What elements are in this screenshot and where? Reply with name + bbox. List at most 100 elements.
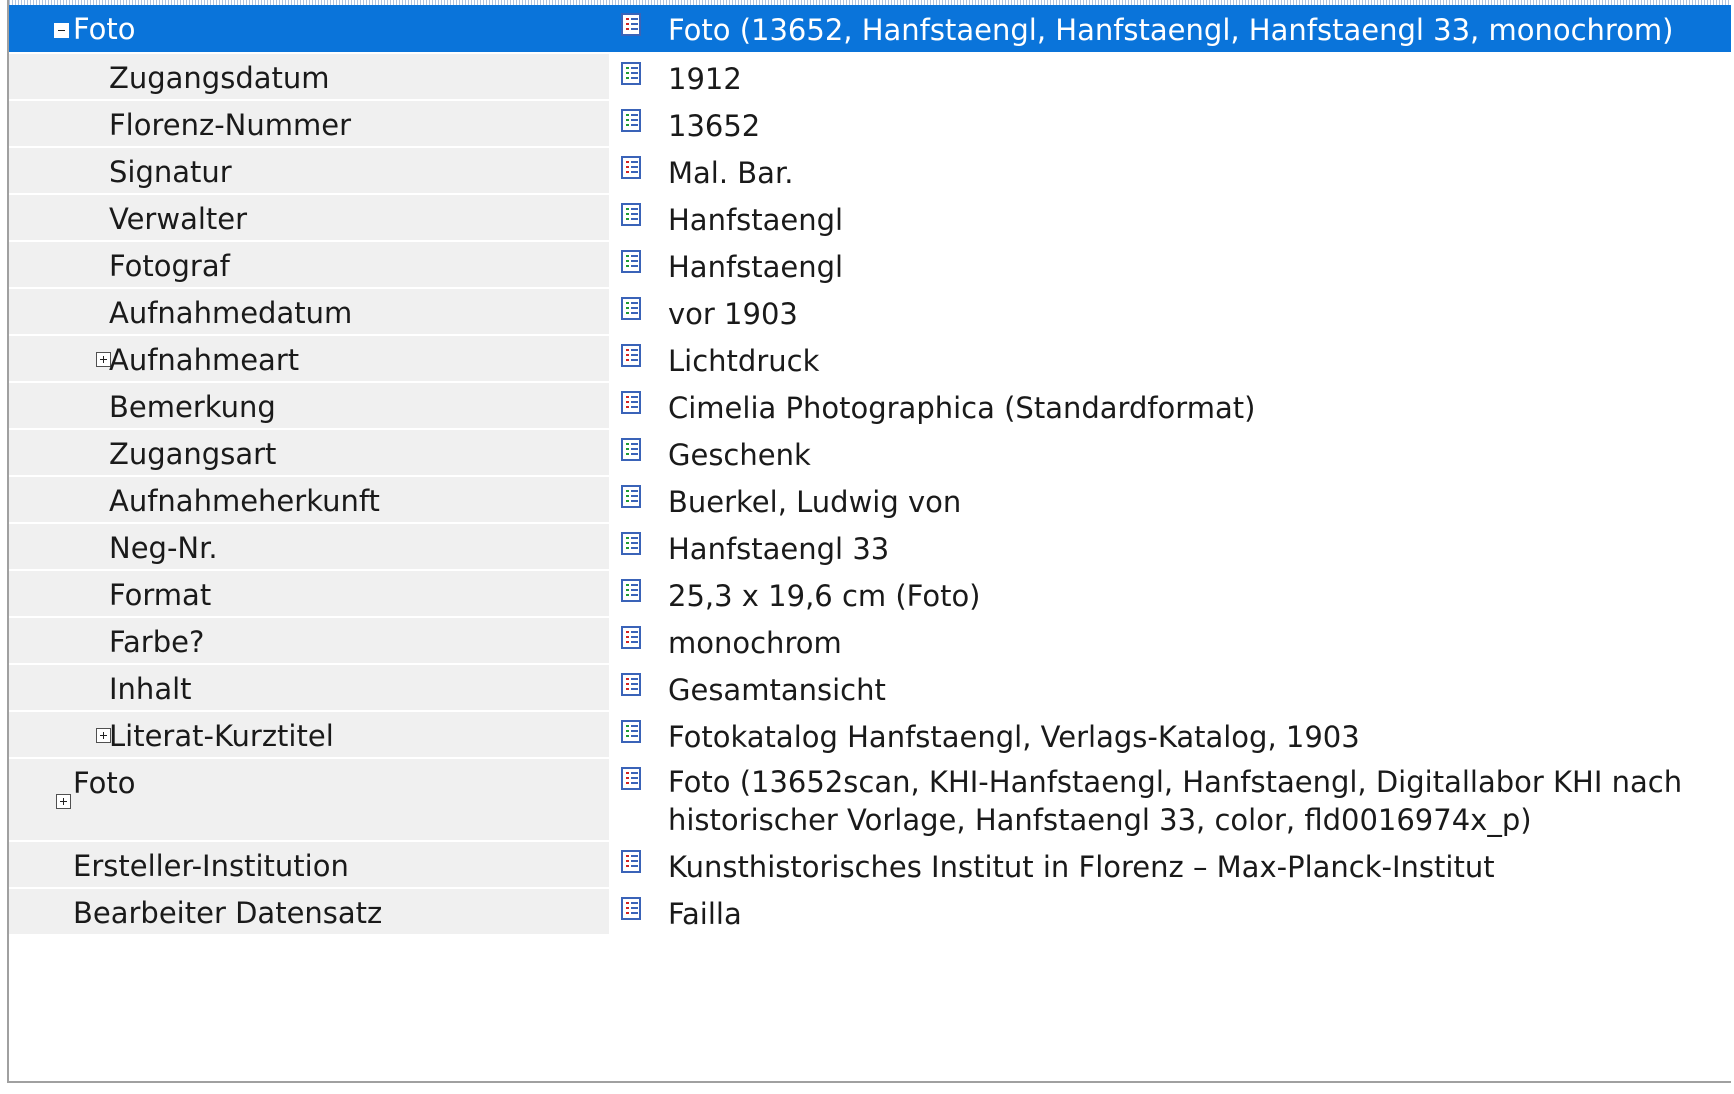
red-list-icon: [621, 673, 641, 696]
property-value-cell[interactable]: Hanfstaengl 33: [609, 524, 1731, 569]
property-row-florenz-nummer[interactable]: Florenz-Nummer 13652: [9, 101, 1731, 148]
green-list-icon: [621, 438, 641, 461]
property-label-cell: Literat-Kurztitel: [9, 712, 609, 757]
property-label: Ersteller-Institution: [73, 849, 349, 883]
property-value-cell[interactable]: 13652: [609, 101, 1731, 146]
property-value-cell[interactable]: Mal. Bar.: [609, 148, 1731, 193]
green-list-icon: [621, 485, 641, 508]
property-label-cell: Bemerkung: [9, 383, 609, 428]
property-row-format[interactable]: Format 25,3 x 19,6 cm (Foto): [9, 571, 1731, 618]
property-label: Verwalter: [109, 202, 248, 236]
green-list-icon: [621, 579, 641, 602]
property-value: vor 1903: [668, 297, 798, 331]
property-label: Literat-Kurztitel: [109, 719, 334, 753]
property-row-zugangsdatum[interactable]: Zugangsdatum 1912: [9, 54, 1731, 101]
property-row-farbe[interactable]: Farbe? monochrom: [9, 618, 1731, 665]
property-label: Foto: [73, 12, 136, 46]
property-value-cell[interactable]: Gesamtansicht: [609, 665, 1731, 710]
property-row-bearbeiter-datensatz[interactable]: Bearbeiter Datensatz Failla: [9, 889, 1731, 936]
property-value-cell[interactable]: Failla: [609, 889, 1731, 934]
property-label: Foto: [73, 766, 136, 800]
property-row-literat-kurztitel[interactable]: Literat-Kurztitel Fotokatalog Hanfstaeng…: [9, 712, 1731, 759]
property-label: Bearbeiter Datensatz: [73, 896, 383, 930]
property-label: Florenz-Nummer: [109, 108, 352, 142]
property-value-cell[interactable]: Buerkel, Ludwig von: [609, 477, 1731, 522]
property-value-cell[interactable]: Foto (13652scan, KHI-Hanfstaengl, Hanfst…: [609, 759, 1731, 840]
property-row-aufnahmeart[interactable]: Aufnahmeart Lichtdruck: [9, 336, 1731, 383]
red-list-icon: [621, 13, 641, 36]
property-value-cell[interactable]: Cimelia Photographica (Standardformat): [609, 383, 1731, 428]
property-row-zugangsart[interactable]: Zugangsart Geschenk: [9, 430, 1731, 477]
red-list-icon: [621, 850, 641, 873]
property-label: Fotograf: [109, 249, 230, 283]
property-value: Gesamtansicht: [668, 673, 886, 707]
property-label: Zugangsdatum: [109, 61, 330, 95]
property-label: Aufnahmeart: [109, 343, 300, 377]
red-list-icon: [621, 391, 641, 414]
property-value: Lichtdruck: [668, 344, 820, 378]
property-value-cell[interactable]: Fotokatalog Hanfstaengl, Verlags-Katalog…: [609, 712, 1731, 757]
property-value: Buerkel, Ludwig von: [668, 485, 962, 519]
green-list-icon: [621, 203, 641, 226]
property-label-cell: Ersteller-Institution: [9, 842, 609, 887]
red-list-icon: [621, 156, 641, 179]
property-value-cell[interactable]: Lichtdruck: [609, 336, 1731, 381]
property-value: Failla: [668, 897, 742, 931]
property-value: 13652: [668, 109, 761, 143]
property-label: Neg-Nr.: [109, 531, 218, 565]
property-label: Bemerkung: [109, 390, 276, 424]
property-value: monochrom: [668, 626, 842, 660]
property-row-foto-scan[interactable]: Foto Foto (13652scan, KHI-Hanfstaengl, H…: [9, 759, 1731, 842]
green-list-icon: [621, 720, 641, 743]
property-row-bemerkung[interactable]: Bemerkung Cimelia Photographica (Standar…: [9, 383, 1731, 430]
property-label-cell: Foto: [9, 5, 609, 52]
red-list-icon: [621, 344, 641, 367]
property-row-aufnahmeherkunft[interactable]: Aufnahmeherkunft Buerkel, Ludwig von: [9, 477, 1731, 524]
property-row-inhalt[interactable]: Inhalt Gesamtansicht: [9, 665, 1731, 712]
property-row-neg-nr[interactable]: Neg-Nr. Hanfstaengl 33: [9, 524, 1731, 571]
property-value-cell[interactable]: 25,3 x 19,6 cm (Foto): [609, 571, 1731, 616]
property-label-cell: Aufnahmeart: [9, 336, 609, 381]
property-label-cell: Zugangsdatum: [9, 54, 609, 99]
property-label: Zugangsart: [109, 437, 277, 471]
property-label-cell: Fotograf: [9, 242, 609, 287]
property-value-cell[interactable]: Kunsthistorisches Institut in Florenz – …: [609, 842, 1731, 887]
property-value: 25,3 x 19,6 cm (Foto): [668, 579, 981, 613]
property-row-foto[interactable]: Foto Foto (13652, Hanfstaengl, Hanfstaen…: [9, 5, 1731, 54]
red-list-icon: [621, 897, 641, 920]
property-grid: Foto Foto (13652, Hanfstaengl, Hanfstaen…: [9, 5, 1731, 936]
property-value-cell[interactable]: monochrom: [609, 618, 1731, 663]
property-label-cell: Foto: [9, 759, 609, 840]
property-value-cell[interactable]: Geschenk: [609, 430, 1731, 475]
property-value-cell[interactable]: Hanfstaengl: [609, 242, 1731, 287]
property-label: Aufnahmedatum: [109, 296, 353, 330]
property-value-cell[interactable]: Hanfstaengl: [609, 195, 1731, 240]
property-value: 1912: [668, 62, 742, 96]
property-row-aufnahmedatum[interactable]: Aufnahmedatum vor 1903: [9, 289, 1731, 336]
property-row-verwalter[interactable]: Verwalter Hanfstaengl: [9, 195, 1731, 242]
property-label-cell: Florenz-Nummer: [9, 101, 609, 146]
property-row-fotograf[interactable]: Fotograf Hanfstaengl: [9, 242, 1731, 289]
collapse-icon[interactable]: [54, 23, 69, 38]
property-label: Inhalt: [109, 672, 192, 706]
property-value: Foto (13652, Hanfstaengl, Hanfstaengl, H…: [668, 13, 1674, 47]
property-label: Format: [109, 578, 212, 612]
property-row-ersteller-institution[interactable]: Ersteller-Institution Kunsthistorisches …: [9, 842, 1731, 889]
green-list-icon: [621, 62, 641, 85]
property-label-cell: Aufnahmedatum: [9, 289, 609, 334]
property-label: Farbe?: [109, 625, 205, 659]
property-label-cell: Zugangsart: [9, 430, 609, 475]
property-label-cell: Signatur: [9, 148, 609, 193]
property-value-cell[interactable]: 1912: [609, 54, 1731, 99]
property-label-cell: Farbe?: [9, 618, 609, 663]
property-value-cell[interactable]: Foto (13652, Hanfstaengl, Hanfstaengl, H…: [609, 5, 1731, 52]
property-label-cell: Verwalter: [9, 195, 609, 240]
property-row-signatur[interactable]: Signatur Mal. Bar.: [9, 148, 1731, 195]
red-list-icon: [621, 626, 641, 649]
property-value-cell[interactable]: vor 1903: [609, 289, 1731, 334]
property-value: Kunsthistorisches Institut in Florenz – …: [668, 850, 1495, 884]
property-label-cell: Bearbeiter Datensatz: [9, 889, 609, 934]
expand-icon[interactable]: [56, 794, 71, 809]
property-value: Hanfstaengl 33: [668, 532, 890, 566]
green-list-icon: [621, 250, 641, 273]
